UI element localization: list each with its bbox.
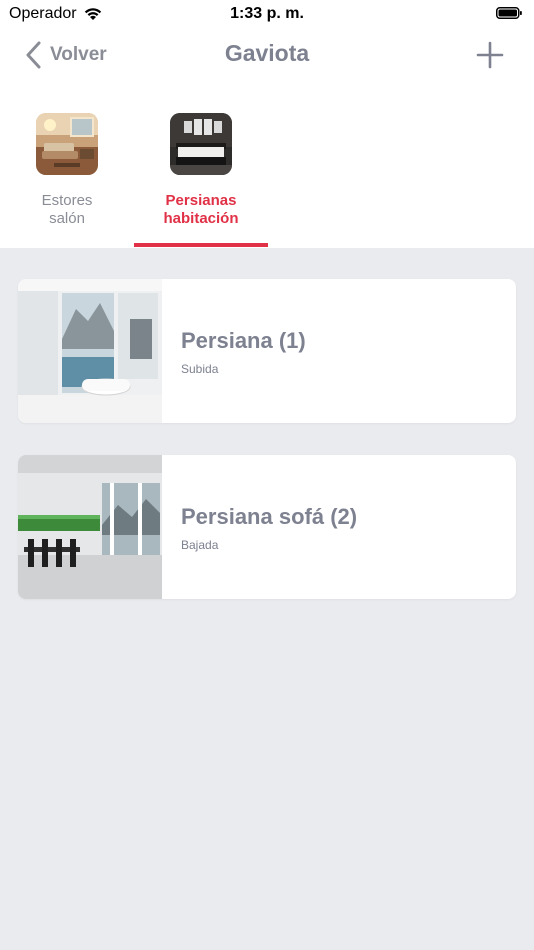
group-thumbnail <box>170 113 232 175</box>
active-tab-indicator <box>134 243 268 247</box>
group-thumbnail <box>36 113 98 175</box>
device-name: Persiana (1) <box>181 328 306 353</box>
device-image <box>18 455 162 599</box>
device-status: Bajada <box>181 538 219 552</box>
battery-icon <box>496 7 522 19</box>
clock: 1:33 p. m. <box>230 5 304 22</box>
page-title: Gaviota <box>224 40 310 66</box>
navigation-bar: Volver Gaviota <box>0 28 534 82</box>
device-status: Subida <box>181 362 219 376</box>
device-card[interactable]: Persiana (1) Subida <box>18 279 516 423</box>
group-tab-estores-salon[interactable]: Estores salón <box>0 112 134 248</box>
device-card[interactable]: Persiana sofá (2) Bajada <box>18 455 516 599</box>
group-label: Estores salón <box>41 192 93 227</box>
group-label: Persianas habitación <box>163 192 239 227</box>
device-image <box>18 279 162 423</box>
group-tab-persianas-habitacion[interactable]: Persianas habitación <box>134 112 268 248</box>
group-selector: Estores salón Persianas habitación <box>0 112 534 248</box>
status-bar: Operador 1:33 p. m. <box>0 0 534 28</box>
device-name: Persiana sofá (2) <box>181 504 358 529</box>
add-icon[interactable] <box>475 40 505 70</box>
